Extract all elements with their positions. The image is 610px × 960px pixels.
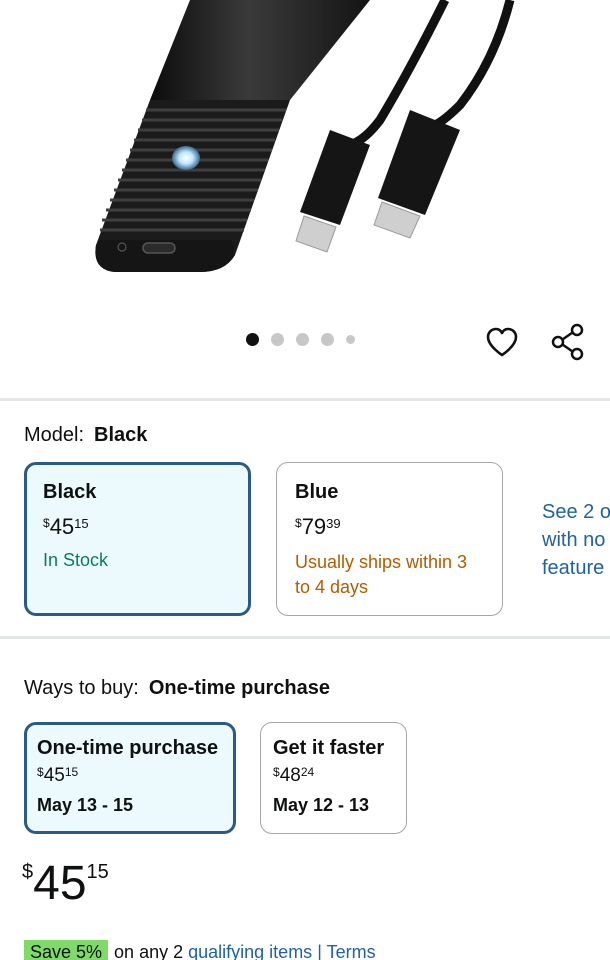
currency-symbol: $ xyxy=(22,861,34,883)
availability-status: In Stock xyxy=(43,550,109,570)
model-label: Model: Black xyxy=(24,424,147,447)
model-option-blue[interactable]: Blue $7939 Usually ships within 3 to 4 d… xyxy=(276,462,503,616)
delivery-date: May 12 - 13 xyxy=(273,795,370,815)
carousel-dot[interactable] xyxy=(296,333,309,346)
price-whole: 48 xyxy=(279,765,301,786)
heart-icon xyxy=(486,327,518,357)
model-label-text: Model: xyxy=(24,424,85,446)
price-cents: 39 xyxy=(326,516,341,531)
terms-link[interactable]: Terms xyxy=(327,942,376,960)
ribbed-body xyxy=(95,100,290,272)
see-more-line: feature xyxy=(542,557,605,579)
availability-status: Usually ships within 3 to 4 days xyxy=(295,552,468,597)
promo-badge: Save 5% xyxy=(24,940,109,960)
ssd-enclosure-photo xyxy=(95,0,515,272)
ways-to-buy-label-text: Ways to buy: xyxy=(24,677,139,699)
ways-to-buy-selected-value: One-time purchase xyxy=(148,677,331,699)
share-button[interactable] xyxy=(548,322,588,362)
buy-option-title: One-time purchase xyxy=(37,737,219,759)
carousel-dot[interactable] xyxy=(246,333,259,346)
ways-to-buy-label: Ways to buy: One-time purchase xyxy=(24,677,330,700)
model-option-black[interactable]: Black $4515 In Stock xyxy=(24,462,251,616)
buy-option-title: Get it faster xyxy=(273,737,385,759)
currency-symbol: $ xyxy=(273,765,280,779)
buy-option-price: $4515 xyxy=(37,766,223,785)
see-more-line: with no xyxy=(542,529,606,551)
carousel-dot[interactable] xyxy=(346,335,355,344)
model-option-price: $7939 xyxy=(295,516,484,538)
section-divider xyxy=(0,636,610,639)
carousel-dot[interactable] xyxy=(321,333,334,346)
wishlist-button[interactable] xyxy=(482,322,522,362)
product-image[interactable] xyxy=(0,0,610,320)
see-more-line: See 2 o xyxy=(542,501,610,523)
price-cents: 15 xyxy=(86,861,109,883)
currency-symbol: $ xyxy=(37,765,44,779)
price-whole: 45 xyxy=(33,857,87,910)
share-icon xyxy=(551,323,584,361)
price-cents: 24 xyxy=(300,765,315,779)
see-more-options-link[interactable]: See 2 o with no feature xyxy=(542,498,610,582)
delivery-date: May 13 - 15 xyxy=(37,795,134,815)
promo-line: Save 5% on any 2 qualifying items | Terms xyxy=(24,940,376,960)
model-option-name: Blue xyxy=(295,481,339,503)
model-option-price: $4515 xyxy=(43,516,232,538)
currency-symbol: $ xyxy=(43,516,50,530)
buy-option-one-time[interactable]: One-time purchase $4515 May 13 - 15 xyxy=(24,722,236,834)
price-cents: 15 xyxy=(64,765,79,779)
model-option-name: Black xyxy=(43,481,97,503)
image-carousel-dots[interactable] xyxy=(246,333,355,346)
qualifying-items-link[interactable]: qualifying items xyxy=(188,942,312,960)
buy-option-faster[interactable]: Get it faster $4824 May 12 - 13 xyxy=(260,722,407,834)
price-whole: 45 xyxy=(49,514,75,539)
product-price: $4515 xyxy=(22,860,109,908)
carousel-dot[interactable] xyxy=(271,333,284,346)
promo-separator: | xyxy=(317,942,322,960)
price-whole: 79 xyxy=(301,514,327,539)
currency-symbol: $ xyxy=(295,516,302,530)
price-cents: 15 xyxy=(74,516,89,531)
buy-option-price: $4824 xyxy=(273,766,394,785)
promo-text: on any 2 xyxy=(114,942,184,960)
section-divider xyxy=(0,398,610,401)
model-selected-value: Black xyxy=(94,424,148,446)
price-whole: 45 xyxy=(43,765,65,786)
